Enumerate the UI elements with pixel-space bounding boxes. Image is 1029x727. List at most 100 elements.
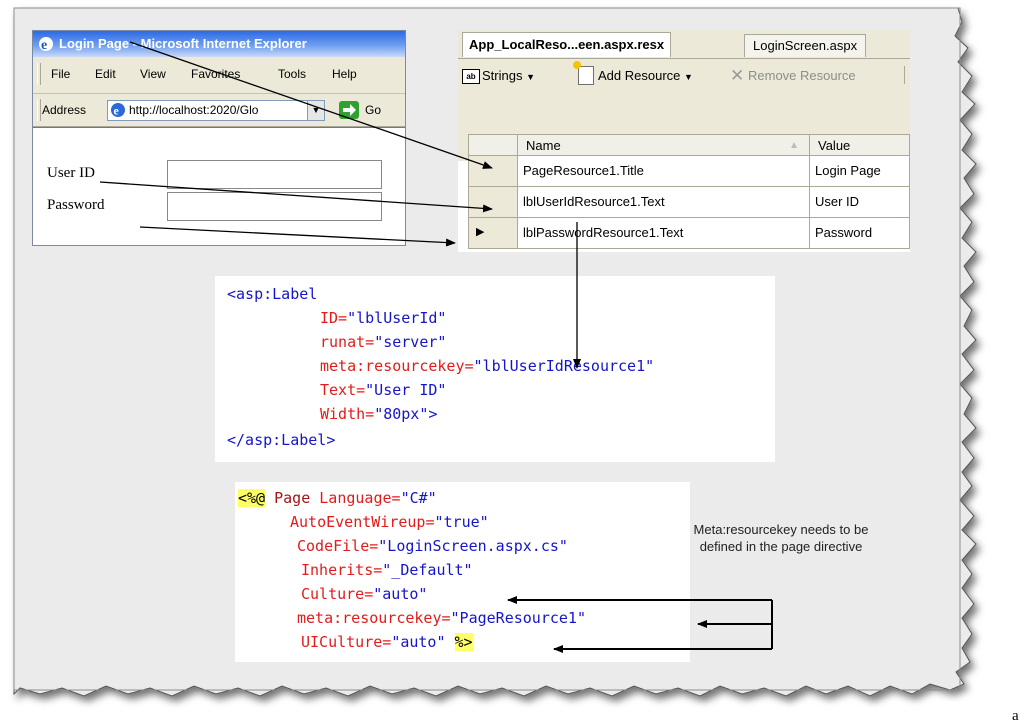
ie-titlebar: e Login Page - Microsoft Internet Explor… xyxy=(33,31,405,57)
go-arrow-icon[interactable] xyxy=(339,101,359,119)
password-input[interactable] xyxy=(167,192,382,221)
remove-resource-button[interactable]: Remove Resource xyxy=(748,68,856,83)
toolbar-separator xyxy=(904,66,905,84)
arrow-right-icon xyxy=(343,104,356,116)
code-line: Culture="auto" xyxy=(301,582,427,606)
name-header-label: Name xyxy=(526,138,561,153)
code-token: "lblUserId" xyxy=(347,309,447,327)
code-token: UICulture= xyxy=(301,633,392,651)
code-line: <asp:Label xyxy=(227,282,317,306)
svg-text:e: e xyxy=(41,38,47,53)
cell-name[interactable]: PageResource1.Title xyxy=(517,155,810,187)
code-token: "auto" xyxy=(373,585,428,603)
code-token: "auto" xyxy=(391,633,455,651)
code-token: meta:resourcekey= xyxy=(320,357,474,375)
ie-addressbar: Address e http://localhost:2020/Glo ▼ Go xyxy=(33,94,405,127)
code-token: "User ID" xyxy=(365,381,447,399)
row-header-current[interactable]: ▶ xyxy=(468,217,518,249)
row-header[interactable] xyxy=(468,155,518,187)
corner-letter: a xyxy=(1012,708,1019,724)
addressbar-grip xyxy=(37,99,41,121)
code-line: <%@ Page Language="C#" xyxy=(238,486,437,510)
cell-value[interactable]: Password xyxy=(809,217,910,249)
code-token: ID= xyxy=(320,309,348,327)
code-token: "C#" xyxy=(400,489,437,507)
code-token: "_Default" xyxy=(382,561,473,579)
ie-logo-icon: e xyxy=(39,37,53,53)
code-line: AutoEventWireup="true" xyxy=(290,510,489,534)
grid-corner xyxy=(468,134,518,156)
strings-dropdown[interactable]: Strings ▼ xyxy=(482,68,535,83)
row-header[interactable] xyxy=(468,186,518,218)
dropdown-arrow-icon: ▼ xyxy=(684,72,693,82)
code-token: Page xyxy=(265,489,320,507)
strings-label: Strings xyxy=(482,68,523,83)
code-token: "LoginScreen.aspx.cs" xyxy=(378,537,568,555)
code-token: Culture= xyxy=(301,585,374,603)
column-header-name[interactable]: Name ▲ xyxy=(517,134,810,156)
tab-resx-file[interactable]: App_LocalReso...een.aspx.resx xyxy=(462,32,672,57)
code-token: <asp:Label xyxy=(227,285,318,303)
resource-grid: Name ▲ Value PageResource1.Title Login P… xyxy=(468,134,910,252)
code-token: "lblUserIdResource1" xyxy=(473,357,655,375)
menubar-grip xyxy=(37,63,41,85)
code-token: </asp:Label> xyxy=(227,431,336,449)
sparkle-icon xyxy=(573,61,581,69)
address-field[interactable]: e http://localhost:2020/Glo ▼ xyxy=(107,100,325,121)
code-token: "server" xyxy=(374,333,447,351)
resx-editor: App_LocalReso...een.aspx.resx LoginScree… xyxy=(458,30,910,252)
password-label: Password xyxy=(47,197,105,213)
code-line: meta:resourcekey="lblUserIdResource1" xyxy=(320,354,654,378)
ie-page-content: User ID Password xyxy=(33,127,405,245)
column-header-value[interactable]: Value xyxy=(809,134,910,156)
code-token: runat= xyxy=(320,333,375,351)
code-line: runat="server" xyxy=(320,330,446,354)
remove-x-icon: ✕ xyxy=(730,66,745,86)
code-token: <%@ xyxy=(238,489,266,507)
code-line: UICulture="auto" %> xyxy=(301,630,473,654)
editor-tabs: App_LocalReso...een.aspx.resx LoginScree… xyxy=(458,30,910,59)
code-line: ID="lblUserId" xyxy=(320,306,446,330)
cell-value[interactable]: User ID xyxy=(809,186,910,218)
cell-name[interactable]: lblUserIdResource1.Text xyxy=(517,186,810,218)
address-label: Address xyxy=(42,103,87,117)
cell-value[interactable]: Login Page xyxy=(809,155,910,187)
add-resource-label: Add Resource xyxy=(598,68,681,83)
add-resource-icon xyxy=(573,61,594,85)
tab-loginscreen-aspx[interactable]: LoginScreen.aspx xyxy=(744,34,867,57)
dropdown-arrow-icon: ▼ xyxy=(526,72,536,82)
menu-file[interactable]: File xyxy=(51,67,70,81)
code-token: Width= xyxy=(320,405,375,423)
userid-input[interactable] xyxy=(167,160,382,189)
menu-help[interactable]: Help xyxy=(332,67,357,81)
code-token: "PageResource1" xyxy=(450,609,586,627)
code-token: "true" xyxy=(434,513,489,531)
page-icon: e xyxy=(111,103,125,118)
ie-menubar: File Edit View Favorites Tools Help xyxy=(33,57,405,94)
code-line: Inherits="_Default" xyxy=(301,558,473,582)
menu-favorites[interactable]: Favorites xyxy=(191,67,240,81)
go-button-label[interactable]: Go xyxy=(365,103,381,117)
code-token: meta:resourcekey= xyxy=(297,609,451,627)
address-value: http://localhost:2020/Glo xyxy=(129,103,259,117)
ie-window: e Login Page - Microsoft Internet Explor… xyxy=(32,30,406,246)
code-line: </asp:Label> xyxy=(227,428,335,452)
menu-view[interactable]: View xyxy=(140,67,166,81)
code-line: Width="80px"> xyxy=(320,402,437,426)
cell-name[interactable]: lblPasswordResource1.Text xyxy=(517,217,810,249)
menu-edit[interactable]: Edit xyxy=(95,67,116,81)
sort-ascending-icon: ▲ xyxy=(789,140,799,151)
code-token: Language= xyxy=(319,489,401,507)
chevron-down-icon[interactable]: ▼ xyxy=(307,101,324,120)
menu-tools[interactable]: Tools xyxy=(278,67,306,81)
current-row-arrow-icon: ▶ xyxy=(476,226,485,238)
code-line: meta:resourcekey="PageResource1" xyxy=(297,606,586,630)
code-line: CodeFile="LoginScreen.aspx.cs" xyxy=(297,534,568,558)
callout-note: Meta:resourcekey needs to be defined in … xyxy=(693,522,869,554)
ie-title: Login Page - Microsoft Internet Explorer xyxy=(59,36,307,51)
code-line: Text="User ID" xyxy=(320,378,446,402)
code-token: AutoEventWireup= xyxy=(290,513,435,531)
strings-icon: ab xyxy=(462,69,480,84)
page-directive-code: <%@ Page Language="C#" AutoEventWireup="… xyxy=(235,482,690,662)
add-resource-button[interactable]: Add Resource ▼ xyxy=(598,68,693,83)
